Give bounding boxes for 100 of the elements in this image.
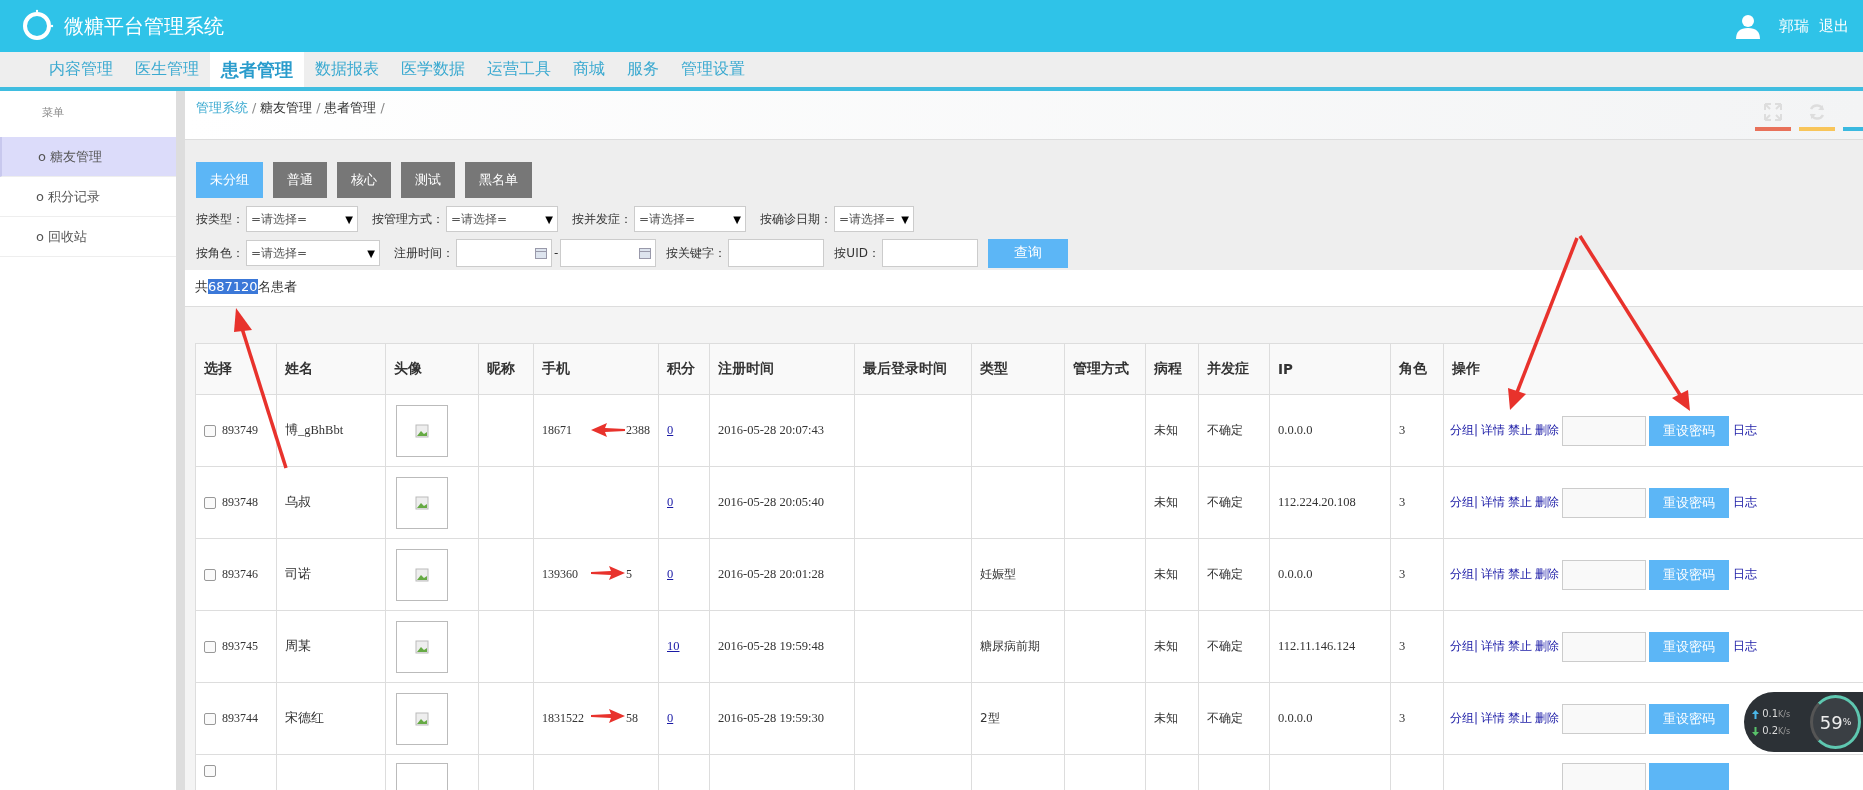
- date-field[interactable]: [560, 239, 657, 267]
- action-link[interactable]: 详情: [1481, 423, 1506, 437]
- table-cell: 2016-05-28 20:01:28: [709, 538, 855, 611]
- table-cell: 不确定: [1198, 394, 1270, 467]
- group-button[interactable]: 黑名单: [465, 162, 532, 198]
- calendar-icon[interactable]: [639, 247, 652, 259]
- table-cell: 未知: [1145, 394, 1199, 467]
- filter-label: 按角色：: [196, 244, 244, 262]
- action-link[interactable]: 详情: [1481, 711, 1506, 725]
- user-name: 郭瑞: [1779, 16, 1809, 36]
- log-link[interactable]: 日志: [1733, 423, 1758, 437]
- group-button[interactable]: 测试: [401, 162, 455, 198]
- select-field[interactable]: =请选择= ▼: [446, 206, 558, 232]
- row-checkbox[interactable]: [204, 764, 216, 777]
- action-link[interactable]: 禁止: [1508, 423, 1533, 437]
- phone-number-end: 2388: [626, 423, 650, 437]
- phone-number-start: 139360: [542, 567, 579, 582]
- action-link[interactable]: 分组|: [1450, 423, 1479, 437]
- input-field[interactable]: [728, 239, 825, 267]
- broken-image-icon: [396, 620, 448, 673]
- points-link[interactable]: 0: [667, 423, 674, 437]
- action-link[interactable]: 分组|: [1450, 639, 1479, 653]
- select-field[interactable]: =请选择= ▼: [246, 240, 380, 266]
- filter-label: 按管理方式：: [372, 210, 444, 228]
- action-link[interactable]: 详情: [1481, 495, 1506, 509]
- row-checkbox[interactable]: [204, 496, 216, 509]
- password-field[interactable]: [1562, 763, 1646, 790]
- sidebar-item[interactable]: o 糖友管理: [0, 137, 176, 177]
- table-cell: 2016-05-28 20:05:40: [709, 466, 855, 539]
- action-link[interactable]: 分组|: [1450, 567, 1479, 581]
- table-cell: 不确定: [1198, 610, 1270, 683]
- action-link[interactable]: 禁止: [1508, 639, 1533, 653]
- action-link[interactable]: 删除: [1535, 567, 1560, 581]
- table-cell: 3: [1390, 538, 1444, 611]
- action-link[interactable]: 详情: [1481, 639, 1506, 653]
- select-field[interactable]: =请选择= ▼: [246, 206, 358, 232]
- log-link[interactable]: 日志: [1733, 495, 1758, 509]
- sidebar-item[interactable]: o 积分记录: [0, 177, 176, 217]
- select-field[interactable]: =请选择= ▼: [834, 206, 914, 232]
- table-cell: 3: [1390, 682, 1444, 755]
- table-cell: 112.11.146.124: [1269, 610, 1391, 683]
- sidebar-title: 菜单: [41, 105, 65, 121]
- password-field[interactable]: [1562, 703, 1647, 734]
- action-link[interactable]: 禁止: [1508, 567, 1533, 581]
- row-checkbox[interactable]: [204, 568, 216, 581]
- expand-icon[interactable]: [1764, 103, 1782, 121]
- points-link[interactable]: 10: [667, 639, 680, 653]
- table-cell: 3: [1390, 610, 1444, 683]
- row-checkbox[interactable]: [204, 712, 216, 725]
- table-cell: 2型: [980, 711, 1000, 725]
- action-link[interactable]: 禁止: [1508, 495, 1533, 509]
- filter-label: 按关键字：: [666, 244, 727, 262]
- app-title: 微糖平台管理系统: [64, 12, 224, 40]
- phone-number-start: 18671: [542, 423, 573, 438]
- download-rate: 0.2K/s: [1752, 725, 1811, 736]
- input-field[interactable]: [881, 239, 978, 267]
- action-link[interactable]: 分组|: [1450, 495, 1479, 509]
- action-link[interactable]: 详情: [1481, 567, 1506, 581]
- action-link[interactable]: 删除: [1535, 711, 1560, 725]
- upload-rate: 0.1K/s: [1752, 708, 1811, 719]
- action-link[interactable]: 删除: [1535, 495, 1560, 509]
- sidebar-item[interactable]: o 回收站: [0, 217, 176, 257]
- refresh-icon[interactable]: [1808, 103, 1826, 121]
- table-cell: 893744: [195, 682, 277, 755]
- table-cell: 893745: [195, 610, 277, 683]
- group-button[interactable]: 普通: [273, 162, 327, 198]
- log-link[interactable]: 日志: [1733, 639, 1758, 653]
- table-cell: 3: [1390, 394, 1444, 467]
- table-cell: 糖尿病前期: [980, 639, 1040, 653]
- action-link[interactable]: 禁止: [1508, 711, 1533, 725]
- filter-label: 注册时间：: [394, 244, 454, 262]
- points-link[interactable]: 0: [667, 711, 674, 725]
- table-cell: 不确定: [1198, 682, 1270, 755]
- reset-password-button[interactable]: [1649, 763, 1729, 790]
- table-cell: 112.224.20.108: [1269, 466, 1391, 539]
- column-header: 头像: [385, 343, 479, 395]
- column-header: 操作: [1443, 343, 1863, 395]
- calendar-icon[interactable]: [535, 247, 547, 259]
- points-link[interactable]: 0: [667, 495, 674, 509]
- breadcrumb-item: 糖友管理: [260, 100, 313, 115]
- action-link[interactable]: 分组|: [1450, 711, 1479, 725]
- group-button[interactable]: 核心: [337, 162, 391, 198]
- password-field[interactable]: [1562, 415, 1647, 446]
- date-field[interactable]: [456, 239, 552, 267]
- row-checkbox[interactable]: [204, 640, 216, 653]
- points-link[interactable]: 0: [667, 567, 674, 581]
- table-cell: 2016-05-28 19:59:30: [709, 682, 855, 755]
- column-header: 昵称: [478, 343, 534, 395]
- action-link[interactable]: 删除: [1535, 423, 1560, 437]
- annotation-arrow: [591, 423, 625, 437]
- select-field[interactable]: =请选择= ▼: [634, 206, 746, 232]
- action-link[interactable]: 删除: [1535, 639, 1560, 653]
- table-cell: 0.0.0.0: [1269, 538, 1391, 611]
- breadcrumb-separator: /: [316, 100, 321, 115]
- password-field[interactable]: [1562, 487, 1647, 518]
- log-link[interactable]: 日志: [1733, 567, 1758, 581]
- row-checkbox[interactable]: [204, 424, 216, 437]
- password-field[interactable]: [1562, 631, 1647, 662]
- password-field[interactable]: [1562, 559, 1647, 590]
- table-cell: 未知: [1145, 538, 1199, 611]
